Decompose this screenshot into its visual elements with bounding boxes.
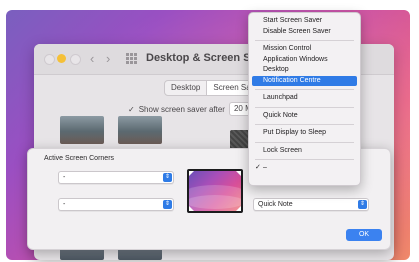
menu-separator bbox=[255, 159, 354, 160]
wallpaper-wave bbox=[189, 195, 241, 211]
menu-item-none[interactable]: ✓ – bbox=[252, 163, 357, 174]
top-left-corner-select[interactable]: - ⇕ bbox=[58, 171, 174, 184]
show-all-grid-icon[interactable] bbox=[126, 53, 138, 65]
screen-saver-delay-row: ✓ Show screen saver after 20 Mi bbox=[128, 102, 259, 116]
menu-item-quick-note[interactable]: Quick Note bbox=[252, 111, 357, 122]
ok-button[interactable]: OK bbox=[346, 229, 382, 241]
menu-separator bbox=[255, 124, 354, 125]
menu-item-launchpad[interactable]: Launchpad bbox=[252, 93, 357, 104]
chevron-left-icon[interactable]: ‹ bbox=[90, 51, 94, 66]
checkmark-icon: ✓ bbox=[255, 164, 261, 171]
corner-marker bbox=[189, 206, 194, 211]
show-saver-label: Show screen saver after bbox=[138, 104, 225, 114]
checkmark-icon[interactable]: ✓ bbox=[128, 105, 135, 114]
menu-item-put-display-to-sleep[interactable]: Put Display to Sleep bbox=[252, 128, 357, 139]
bottom-right-corner-value: Quick Note bbox=[258, 201, 293, 208]
tab-desktop[interactable]: Desktop bbox=[165, 81, 206, 95]
sheet-title: Active Screen Corners bbox=[44, 155, 115, 162]
menu-item-mission-control[interactable]: Mission Control bbox=[252, 44, 357, 55]
menu-item-desktop[interactable]: Desktop bbox=[252, 65, 357, 76]
chevron-up-down-icon: ⇕ bbox=[358, 200, 367, 209]
top-left-corner-value: - bbox=[63, 174, 66, 181]
hot-corner-menu: Start Screen Saver Disable Screen Saver … bbox=[248, 12, 361, 186]
screen-preview bbox=[187, 169, 243, 213]
menu-separator bbox=[255, 106, 354, 108]
corner-marker bbox=[189, 171, 194, 176]
bottom-left-corner-value: - bbox=[63, 201, 66, 208]
chevron-up-down-icon: ⇕ bbox=[163, 173, 172, 182]
bottom-left-corner-select[interactable]: - ⇕ bbox=[58, 198, 174, 211]
bottom-right-corner-select[interactable]: Quick Note ⇕ bbox=[253, 198, 369, 211]
minimize-button[interactable] bbox=[57, 54, 66, 63]
close-button[interactable] bbox=[44, 54, 55, 65]
menu-separator bbox=[255, 141, 354, 143]
screen-saver-thumbnail[interactable] bbox=[60, 116, 104, 144]
menu-item-none-label: – bbox=[263, 164, 267, 171]
corner-marker bbox=[236, 206, 241, 211]
menu-separator bbox=[255, 40, 354, 41]
zoom-button[interactable] bbox=[70, 54, 81, 65]
menu-item-lock-screen[interactable]: Lock Screen bbox=[252, 146, 357, 157]
menu-item-disable-screen-saver[interactable]: Disable Screen Saver bbox=[252, 27, 357, 38]
chevron-up-down-icon: ⇕ bbox=[163, 200, 172, 209]
menu-separator bbox=[255, 89, 354, 90]
corner-marker bbox=[236, 171, 241, 176]
menu-item-application-windows[interactable]: Application Windows bbox=[252, 55, 357, 66]
chevron-right-icon[interactable]: › bbox=[106, 51, 110, 66]
menu-item-notification-centre[interactable]: Notification Centre bbox=[252, 75, 357, 86]
menu-item-start-screen-saver[interactable]: Start Screen Saver bbox=[252, 16, 357, 27]
screen-saver-thumbnail[interactable] bbox=[118, 116, 162, 144]
